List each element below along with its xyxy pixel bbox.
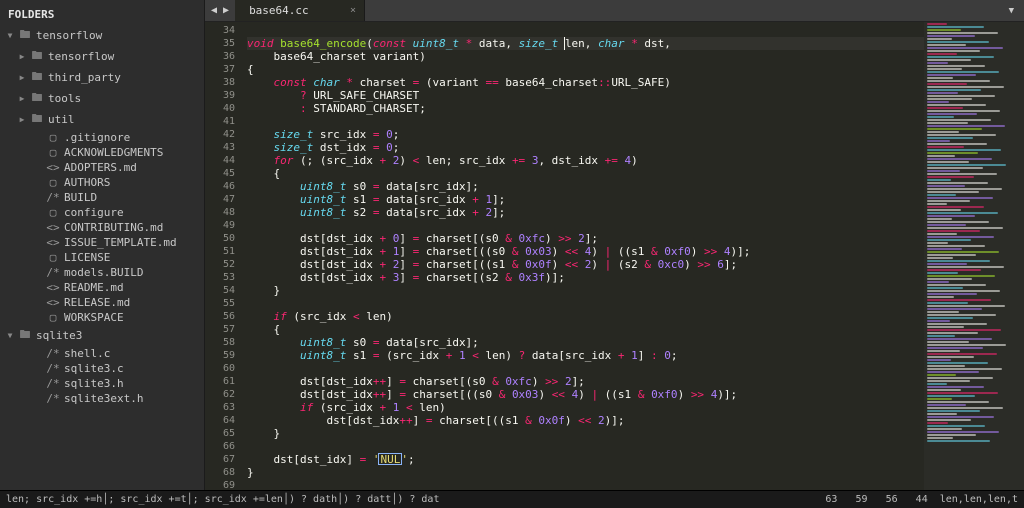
folder-icon: 🖿 <box>30 89 44 108</box>
file-item[interactable]: ▢ LICENSE <box>0 250 204 265</box>
disclosure-arrow-icon[interactable]: ▼ <box>6 31 14 40</box>
tree-item-label: shell.c <box>64 347 110 360</box>
file-item[interactable]: <> RELEASE.md <box>0 295 204 310</box>
file-item[interactable]: /* shell.c <box>0 346 204 361</box>
file-item[interactable]: ▢ ACKNOWLEDGMENTS <box>0 145 204 160</box>
tab-bar: ◀ ▶ base64.cc × ▼ <box>205 0 1024 22</box>
status-left: len; src_idx +=h│; src_idx +=t│; src_idx… <box>6 494 439 505</box>
folder-item[interactable]: ▼ 🖿 tensorflow <box>0 25 204 46</box>
folder-item[interactable]: ▼ 🖿 sqlite3 <box>0 325 204 346</box>
file-icon: ▢ <box>46 131 60 144</box>
file-item[interactable]: <> CONTRIBUTING.md <box>0 220 204 235</box>
minimap[interactable] <box>924 22 1024 490</box>
tree-item-label: BUILD <box>64 191 97 204</box>
file-item[interactable]: <> ISSUE_TEMPLATE.md <box>0 235 204 250</box>
folder-item[interactable]: ▶ 🖿 third_party <box>0 67 204 88</box>
file-item[interactable]: ▢ .gitignore <box>0 130 204 145</box>
tree-item-label: tools <box>48 92 81 105</box>
tree-item-label: README.md <box>64 281 124 294</box>
tree-item-label: sqlite3.c <box>64 362 124 375</box>
line-gutter: 3435363738394041424344454647484950515253… <box>205 22 243 490</box>
file-icon: /* <box>46 362 60 375</box>
tab-overflow-icon[interactable]: ▼ <box>999 0 1024 21</box>
tree-item-label: WORKSPACE <box>64 311 124 324</box>
folder-icon: 🖿 <box>18 26 32 45</box>
tree-item-label: models.BUILD <box>64 266 143 279</box>
tab-label: base64.cc <box>249 4 309 17</box>
disclosure-arrow-icon[interactable]: ▼ <box>6 331 14 340</box>
tree-item-label: ISSUE_TEMPLATE.md <box>64 236 177 249</box>
nav-back-icon[interactable]: ◀ <box>211 5 217 16</box>
file-icon: <> <box>46 161 60 174</box>
tree-item-label: sqlite3 <box>36 329 82 342</box>
tree-item-label: sqlite3.h <box>64 377 124 390</box>
folder-icon: 🖿 <box>30 68 44 87</box>
tab-active[interactable]: base64.cc × <box>235 0 365 21</box>
tree-item-label: AUTHORS <box>64 176 110 189</box>
tree-item-label: RELEASE.md <box>64 296 130 309</box>
file-item[interactable]: /* sqlite3ext.h <box>0 391 204 406</box>
folder-icon: 🖿 <box>30 110 44 129</box>
status-right: len,len,len,t <box>940 494 1018 505</box>
tree-item-label: configure <box>64 206 124 219</box>
code-area[interactable]: void base64_encode(const uint8_t * data,… <box>243 22 924 490</box>
folder-item[interactable]: ▶ 🖿 tools <box>0 88 204 109</box>
tree-item-label: .gitignore <box>64 131 130 144</box>
file-item[interactable]: /* models.BUILD <box>0 265 204 280</box>
file-icon: /* <box>46 377 60 390</box>
tree-item-label: tensorflow <box>48 50 114 63</box>
file-icon: <> <box>46 281 60 294</box>
editor: ◀ ▶ base64.cc × ▼ 3435363738394041424344… <box>205 0 1024 490</box>
disclosure-arrow-icon[interactable]: ▶ <box>18 73 26 82</box>
file-icon: ▢ <box>46 146 60 159</box>
file-item[interactable]: <> README.md <box>0 280 204 295</box>
tree-item-label: ACKNOWLEDGMENTS <box>64 146 163 159</box>
tree-item-label: ADOPTERS.md <box>64 161 137 174</box>
file-icon: /* <box>46 266 60 279</box>
tree-item-label: LICENSE <box>64 251 110 264</box>
tree-item-label: CONTRIBUTING.md <box>64 221 163 234</box>
status-bar: len; src_idx +=h│; src_idx +=t│; src_idx… <box>0 490 1024 508</box>
tree-item-label: tensorflow <box>36 29 102 42</box>
file-item[interactable]: ▢ configure <box>0 205 204 220</box>
file-item[interactable]: ▢ AUTHORS <box>0 175 204 190</box>
tree-item-label: third_party <box>48 71 121 84</box>
tab-close-icon[interactable]: × <box>350 5 356 16</box>
file-icon: ▢ <box>46 206 60 219</box>
disclosure-arrow-icon[interactable]: ▶ <box>18 52 26 61</box>
disclosure-arrow-icon[interactable]: ▶ <box>18 94 26 103</box>
file-icon: ▢ <box>46 251 60 264</box>
folder-item[interactable]: ▶ 🖿 tensorflow <box>0 46 204 67</box>
file-icon: /* <box>46 347 60 360</box>
nav-forward-icon[interactable]: ▶ <box>223 5 229 16</box>
file-icon: <> <box>46 221 60 234</box>
folder-icon: 🖿 <box>18 326 32 345</box>
status-columns: 63 59 56 44 <box>825 494 927 505</box>
file-icon: /* <box>46 191 60 204</box>
file-icon: ▢ <box>46 176 60 189</box>
tree-item-label: sqlite3ext.h <box>64 392 143 405</box>
file-icon: ▢ <box>46 311 60 324</box>
file-item[interactable]: /* sqlite3.c <box>0 361 204 376</box>
file-item[interactable]: ▢ WORKSPACE <box>0 310 204 325</box>
file-item[interactable]: /* sqlite3.h <box>0 376 204 391</box>
file-icon: <> <box>46 236 60 249</box>
file-item[interactable]: /* BUILD <box>0 190 204 205</box>
folder-icon: 🖿 <box>30 47 44 66</box>
folder-item[interactable]: ▶ 🖿 util <box>0 109 204 130</box>
tree-item-label: util <box>48 113 75 126</box>
file-icon: /* <box>46 392 60 405</box>
disclosure-arrow-icon[interactable]: ▶ <box>18 115 26 124</box>
file-icon: <> <box>46 296 60 309</box>
file-item[interactable]: <> ADOPTERS.md <box>0 160 204 175</box>
sidebar-header: FOLDERS <box>0 4 204 25</box>
sidebar[interactable]: FOLDERS ▼ 🖿 tensorflow ▶ 🖿 tensorflow ▶ 🖿 third_… <box>0 0 205 490</box>
